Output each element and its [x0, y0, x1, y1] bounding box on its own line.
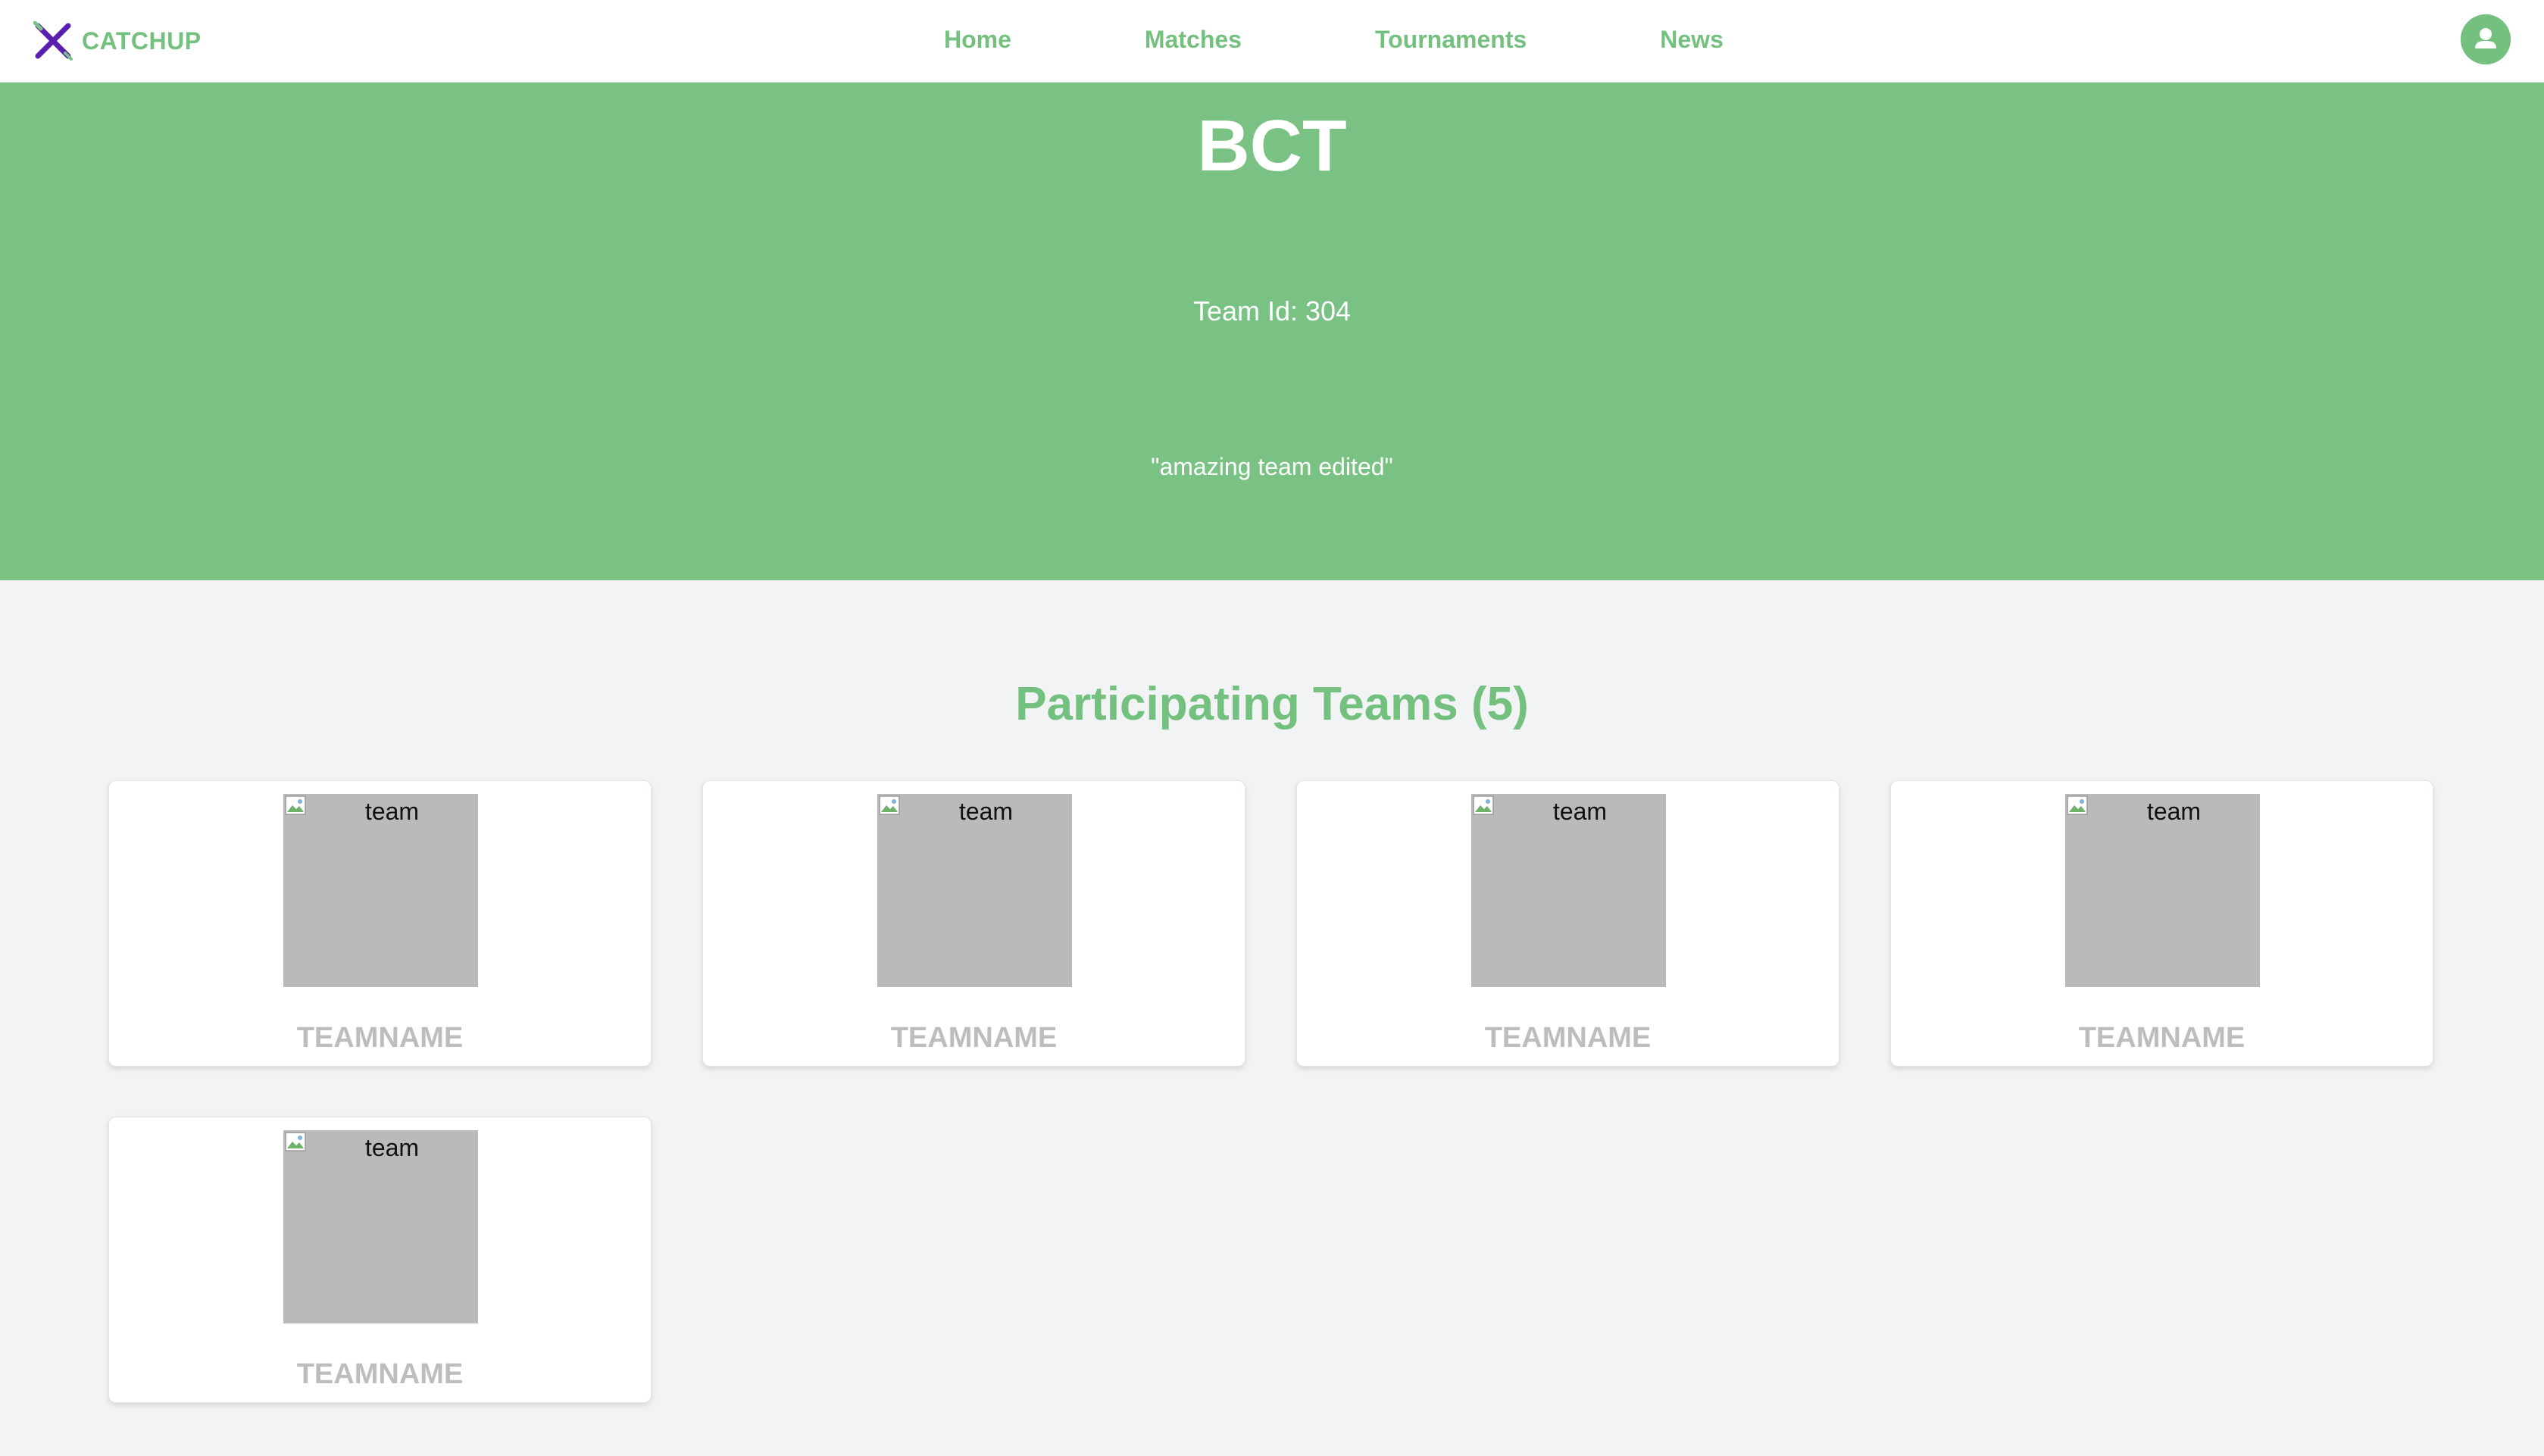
main-nav: Home Matches Tournaments News — [944, 0, 1724, 79]
nav-matches[interactable]: Matches — [1145, 26, 1242, 54]
team-hero: BCT Team Id: 304 "amazing team edited" — [0, 83, 2544, 580]
image-alt-text: team — [364, 798, 420, 825]
image-alt-text: team — [2146, 798, 2202, 825]
image-alt-text: team — [1552, 798, 1608, 825]
crossed-swords-icon — [33, 21, 73, 61]
image-alt-text: team — [958, 798, 1014, 825]
team-name: TEAMNAME — [890, 1022, 1058, 1054]
team-card[interactable]: team TEAMNAME — [1890, 780, 2433, 1067]
brand-name: CATCHUP — [82, 27, 202, 55]
team-card[interactable]: team TEAMNAME — [702, 780, 1245, 1067]
team-card[interactable]: team TEAMNAME — [108, 1117, 652, 1403]
team-title: BCT — [1197, 105, 1347, 186]
team-card[interactable]: team TEAMNAME — [108, 780, 652, 1067]
team-image: team — [283, 794, 478, 987]
team-image: team — [2065, 794, 2260, 987]
image-alt-text: team — [364, 1134, 420, 1161]
nav-tournaments[interactable]: Tournaments — [1375, 26, 1527, 54]
team-card[interactable]: team TEAMNAME — [1296, 780, 1839, 1067]
team-image: team — [877, 794, 1072, 987]
team-name: TEAMNAME — [296, 1022, 464, 1054]
participating-teams-title: Participating Teams (5) — [1015, 678, 1529, 730]
team-id: Team Id: 304 — [1192, 295, 1352, 327]
user-avatar-icon — [2461, 14, 2511, 64]
navbar: CATCHUP Home Matches Tournaments News — [0, 0, 2544, 83]
nav-news[interactable]: News — [1660, 26, 1724, 54]
team-name: TEAMNAME — [296, 1358, 464, 1390]
team-name: TEAMNAME — [2078, 1022, 2246, 1054]
profile-button[interactable] — [2461, 14, 2511, 64]
nav-home[interactable]: Home — [944, 26, 1011, 54]
team-image: team — [1471, 794, 1666, 987]
team-description: "amazing team edited" — [1151, 453, 1393, 480]
team-image: team — [283, 1130, 478, 1323]
team-name: TEAMNAME — [1484, 1022, 1652, 1054]
brand-logo[interactable]: CATCHUP — [33, 21, 202, 61]
